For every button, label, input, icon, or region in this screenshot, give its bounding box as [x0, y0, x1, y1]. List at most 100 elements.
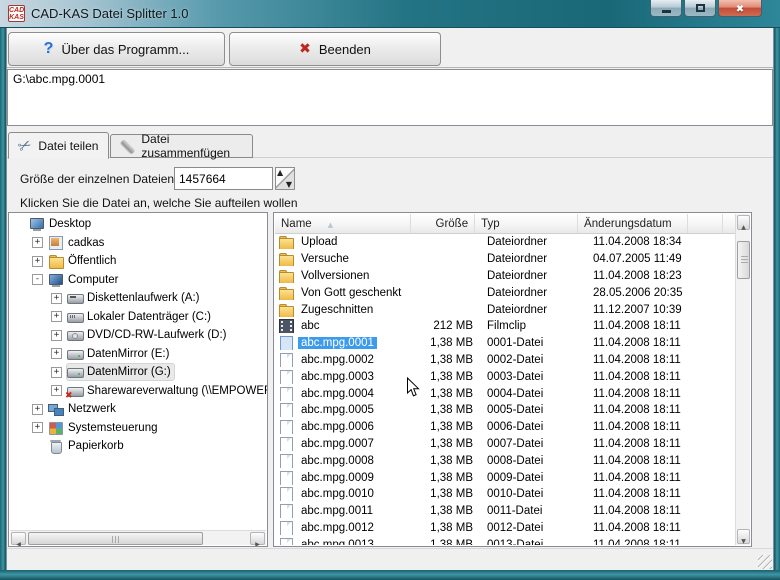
- file-row[interactable]: UploadDateiordner11.04.2008 18:34: [275, 234, 735, 251]
- file-date: 11.04.2008 18:11: [587, 320, 700, 332]
- file-type: Dateiordner: [481, 253, 587, 265]
- expand-toggle-icon[interactable]: +: [51, 330, 62, 341]
- file-row[interactable]: abc.mpg.00061,38 MB0006-Datei11.04.2008 …: [275, 419, 735, 436]
- tree-item-content: Netzwerk: [48, 401, 119, 417]
- expand-toggle-icon[interactable]: +: [51, 311, 62, 322]
- vertical-scrollbar-thumb[interactable]: [737, 241, 750, 279]
- file-name-cell: abc.mpg.0004: [275, 387, 415, 401]
- window-border-bottom: [0, 570, 780, 580]
- tree-item[interactable]: + DatenMirror (G:): [9, 363, 267, 382]
- file-type: Filmclip: [481, 320, 587, 332]
- file-row[interactable]: abc.mpg.00121,38 MB0012-Datei11.04.2008 …: [275, 520, 735, 537]
- minimize-button[interactable]: [650, 0, 682, 17]
- tree-item-label: DatenMirror (G:): [87, 366, 171, 378]
- drive-icon: [67, 365, 83, 379]
- tab-datei-zusammenfuegen[interactable]: Datei zusammenfügen: [110, 134, 253, 158]
- doc-icon: [278, 387, 294, 401]
- collapse-toggle-icon[interactable]: -: [32, 274, 43, 285]
- doc-icon: [278, 487, 294, 501]
- file-name: abc.mpg.0009: [298, 472, 377, 484]
- expand-toggle-icon[interactable]: +: [51, 367, 62, 378]
- tree-horizontal-scrollbar[interactable]: [10, 530, 266, 545]
- column-header-size[interactable]: Größe: [411, 214, 475, 233]
- file-type: 0002-Datei: [481, 354, 587, 366]
- tree-item[interactable]: -Computer: [9, 271, 267, 290]
- list-vertical-scrollbar[interactable]: [735, 214, 750, 545]
- expand-toggle-icon[interactable]: +: [51, 348, 62, 359]
- tree-item[interactable]: +Öffentlich: [9, 252, 267, 271]
- expand-toggle-icon[interactable]: +: [51, 293, 62, 304]
- about-button[interactable]: ? Über das Programm...: [8, 32, 225, 66]
- file-date: 28.05.2006 20:35: [587, 287, 700, 299]
- file-row[interactable]: VollversionenDateiordner11.04.2008 18:23: [275, 268, 735, 285]
- tree-item[interactable]: +DVD/CD-RW-Laufwerk (D:): [9, 326, 267, 345]
- folder-icon: [278, 252, 294, 266]
- tree-item[interactable]: +Sharewareverwaltung (\\EMPOWER): [9, 382, 267, 401]
- maximize-button[interactable]: [684, 0, 716, 17]
- file-row[interactable]: abc.mpg.00031,38 MB0003-Datei11.04.2008 …: [275, 368, 735, 385]
- file-name-cell: Versuche: [275, 252, 415, 266]
- file-row[interactable]: abc.mpg.00071,38 MB0007-Datei11.04.2008 …: [275, 436, 735, 453]
- selected-file-path: G:\abc.mpg.0001: [13, 72, 105, 86]
- file-name: abc.mpg.0001: [298, 337, 377, 349]
- horizontal-scrollbar-thumb[interactable]: [28, 532, 203, 545]
- tree-item[interactable]: +DatenMirror (E:): [9, 345, 267, 364]
- selected-file-path-field[interactable]: G:\abc.mpg.0001: [7, 69, 773, 126]
- file-row[interactable]: abc.mpg.00131,38 MB0013-Datei11.04.2008 …: [275, 536, 735, 545]
- scroll-right-button[interactable]: [250, 532, 265, 545]
- spin-up-icon[interactable]: [277, 168, 283, 177]
- file-row[interactable]: abc.mpg.00111,38 MB0011-Datei11.04.2008 …: [275, 503, 735, 520]
- expand-toggle-icon[interactable]: +: [32, 404, 43, 415]
- file-row[interactable]: ZugeschnittenDateiordner11.12.2007 10:39: [275, 301, 735, 318]
- column-header-extra[interactable]: [688, 214, 723, 233]
- file-name: abc: [298, 320, 323, 332]
- tree-item[interactable]: + Netzwerk: [9, 400, 267, 419]
- file-row[interactable]: abc 212 MBFilmclip11.04.2008 18:11: [275, 318, 735, 335]
- file-name-cell: abc.mpg.0011: [275, 504, 415, 518]
- file-row[interactable]: abc.mpg.00091,38 MB0009-Datei11.04.2008 …: [275, 469, 735, 486]
- file-size: 1,38 MB: [415, 337, 481, 349]
- file-name: Zugeschnitten: [298, 304, 376, 316]
- file-row[interactable]: abc.mpg.00051,38 MB0005-Datei11.04.2008 …: [275, 402, 735, 419]
- window-border-right: [773, 28, 780, 580]
- tree-item[interactable]: Papierkorb: [9, 437, 267, 456]
- tree-item[interactable]: Desktop: [9, 215, 267, 234]
- column-header-type[interactable]: Typ: [475, 214, 578, 233]
- scroll-up-button[interactable]: [737, 215, 750, 230]
- client-area: ? Über das Programm... Beenden G:\abc.mp…: [7, 29, 773, 570]
- resize-grip[interactable]: [758, 555, 772, 569]
- tree-item[interactable]: +Lokaler Datenträger (C:): [9, 308, 267, 327]
- computer-icon: [48, 273, 64, 287]
- quit-button[interactable]: Beenden: [229, 32, 441, 66]
- expand-toggle-icon[interactable]: +: [32, 237, 43, 248]
- file-size: 1,38 MB: [415, 505, 481, 517]
- file-date: 11.04.2008 18:11: [587, 421, 700, 433]
- file-name-cell: abc.mpg.0012: [275, 521, 415, 535]
- tree-item[interactable]: +Diskettenlaufwerk (A:): [9, 289, 267, 308]
- file-row[interactable]: VersucheDateiordner04.07.2005 11:49: [275, 251, 735, 268]
- file-size: 212 MB: [415, 320, 481, 332]
- spin-down-icon[interactable]: [286, 180, 292, 189]
- file-name: Von Gott geschenkt: [298, 287, 404, 299]
- tree-item[interactable]: +Systemsteuerung: [9, 419, 267, 438]
- tab-datei-teilen[interactable]: Datei teilen: [8, 132, 109, 159]
- scroll-left-button[interactable]: [11, 532, 26, 545]
- tree-item[interactable]: +cadkas: [9, 234, 267, 253]
- expand-toggle-icon[interactable]: +: [32, 256, 43, 267]
- file-row[interactable]: abc.mpg.00041,38 MB0004-Datei11.04.2008 …: [275, 385, 735, 402]
- file-size: 1,38 MB: [415, 421, 481, 433]
- chunk-size-input[interactable]: [174, 167, 273, 190]
- column-header-name[interactable]: Name: [275, 214, 411, 233]
- file-row[interactable]: abc.mpg.00081,38 MB0008-Datei11.04.2008 …: [275, 452, 735, 469]
- file-row[interactable]: Von Gott geschenktDateiordner28.05.2006 …: [275, 284, 735, 301]
- file-row[interactable]: abc.mpg.00021,38 MB0002-Datei11.04.2008 …: [275, 352, 735, 369]
- close-button[interactable]: [718, 0, 762, 17]
- file-size: 1,38 MB: [415, 371, 481, 383]
- scroll-down-button[interactable]: [737, 529, 750, 544]
- expand-toggle-icon[interactable]: +: [32, 422, 43, 433]
- file-row[interactable]: abc.mpg.00011,38 MB0001-Datei11.04.2008 …: [275, 335, 735, 352]
- column-header-date[interactable]: Änderungsdatum: [578, 214, 688, 233]
- expand-toggle-icon[interactable]: +: [51, 385, 62, 396]
- file-row[interactable]: abc.mpg.00101,38 MB0010-Datei11.04.2008 …: [275, 486, 735, 503]
- file-name: abc.mpg.0005: [298, 404, 377, 416]
